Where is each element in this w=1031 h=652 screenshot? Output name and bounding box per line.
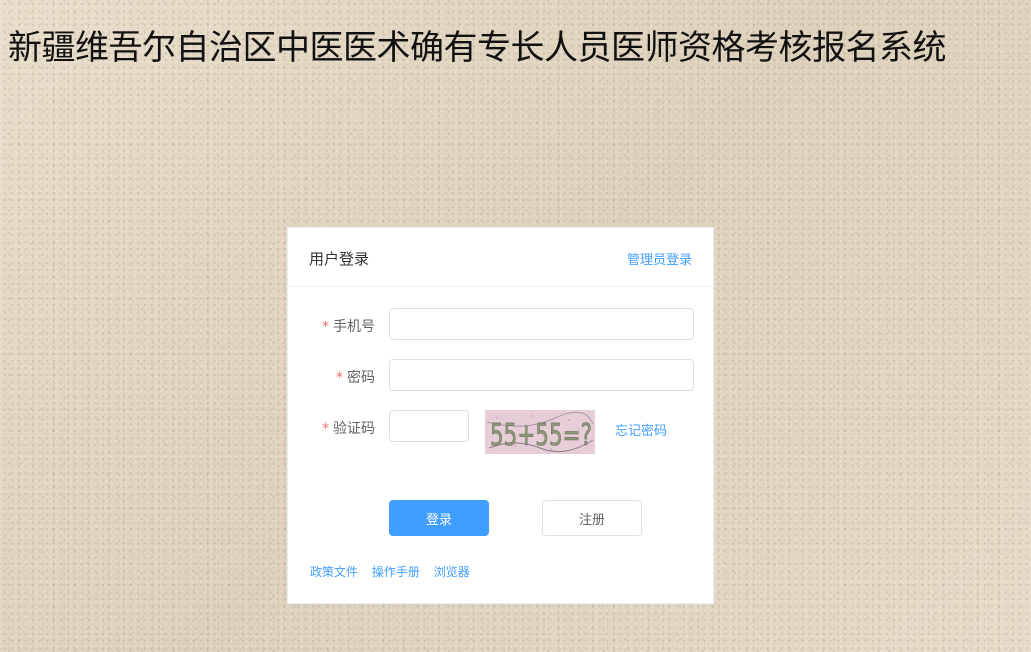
required-mark: * xyxy=(322,319,329,335)
policy-documents-link[interactable]: 政策文件 xyxy=(310,565,358,579)
login-card-title: 用户登录 xyxy=(309,250,370,268)
captcha-image[interactable]: 55+55=? xyxy=(485,410,595,454)
footer-links: 政策文件 操作手册 浏览器 xyxy=(310,563,480,580)
forgot-password-link[interactable]: 忘记密码 xyxy=(615,420,667,439)
password-label: * 密码 xyxy=(336,367,375,387)
register-button[interactable]: 注册 xyxy=(542,500,642,536)
required-mark: * xyxy=(336,370,343,386)
phone-row: * 手机号 xyxy=(288,308,713,342)
captcha-input[interactable] xyxy=(389,410,469,442)
password-input[interactable] xyxy=(389,359,694,391)
captcha-row: * 验证码 55+55=? 忘记密码 xyxy=(288,410,713,454)
captcha-label: * 验证码 xyxy=(322,418,375,438)
captcha-text: 55+55=? xyxy=(490,418,592,453)
phone-label-text: 手机号 xyxy=(333,319,375,335)
required-mark: * xyxy=(322,421,329,437)
login-card: 用户登录 管理员登录 * 手机号 * 密码 * 验证码 55+55=? 忘记密码 登录 xyxy=(287,227,714,604)
user-manual-link[interactable]: 操作手册 xyxy=(372,565,420,579)
captcha-label-text: 验证码 xyxy=(333,421,375,437)
password-row: * 密码 xyxy=(288,359,713,393)
phone-label: * 手机号 xyxy=(322,316,375,336)
browser-link[interactable]: 浏览器 xyxy=(434,565,470,579)
admin-login-link[interactable]: 管理员登录 xyxy=(627,249,692,268)
phone-input[interactable] xyxy=(389,308,694,340)
login-card-header: 用户登录 管理员登录 xyxy=(288,228,713,287)
password-label-text: 密码 xyxy=(347,370,375,386)
login-button[interactable]: 登录 xyxy=(389,500,489,536)
page-title: 新疆维吾尔自治区中医医术确有专长人员医师资格考核报名系统 xyxy=(8,28,947,68)
